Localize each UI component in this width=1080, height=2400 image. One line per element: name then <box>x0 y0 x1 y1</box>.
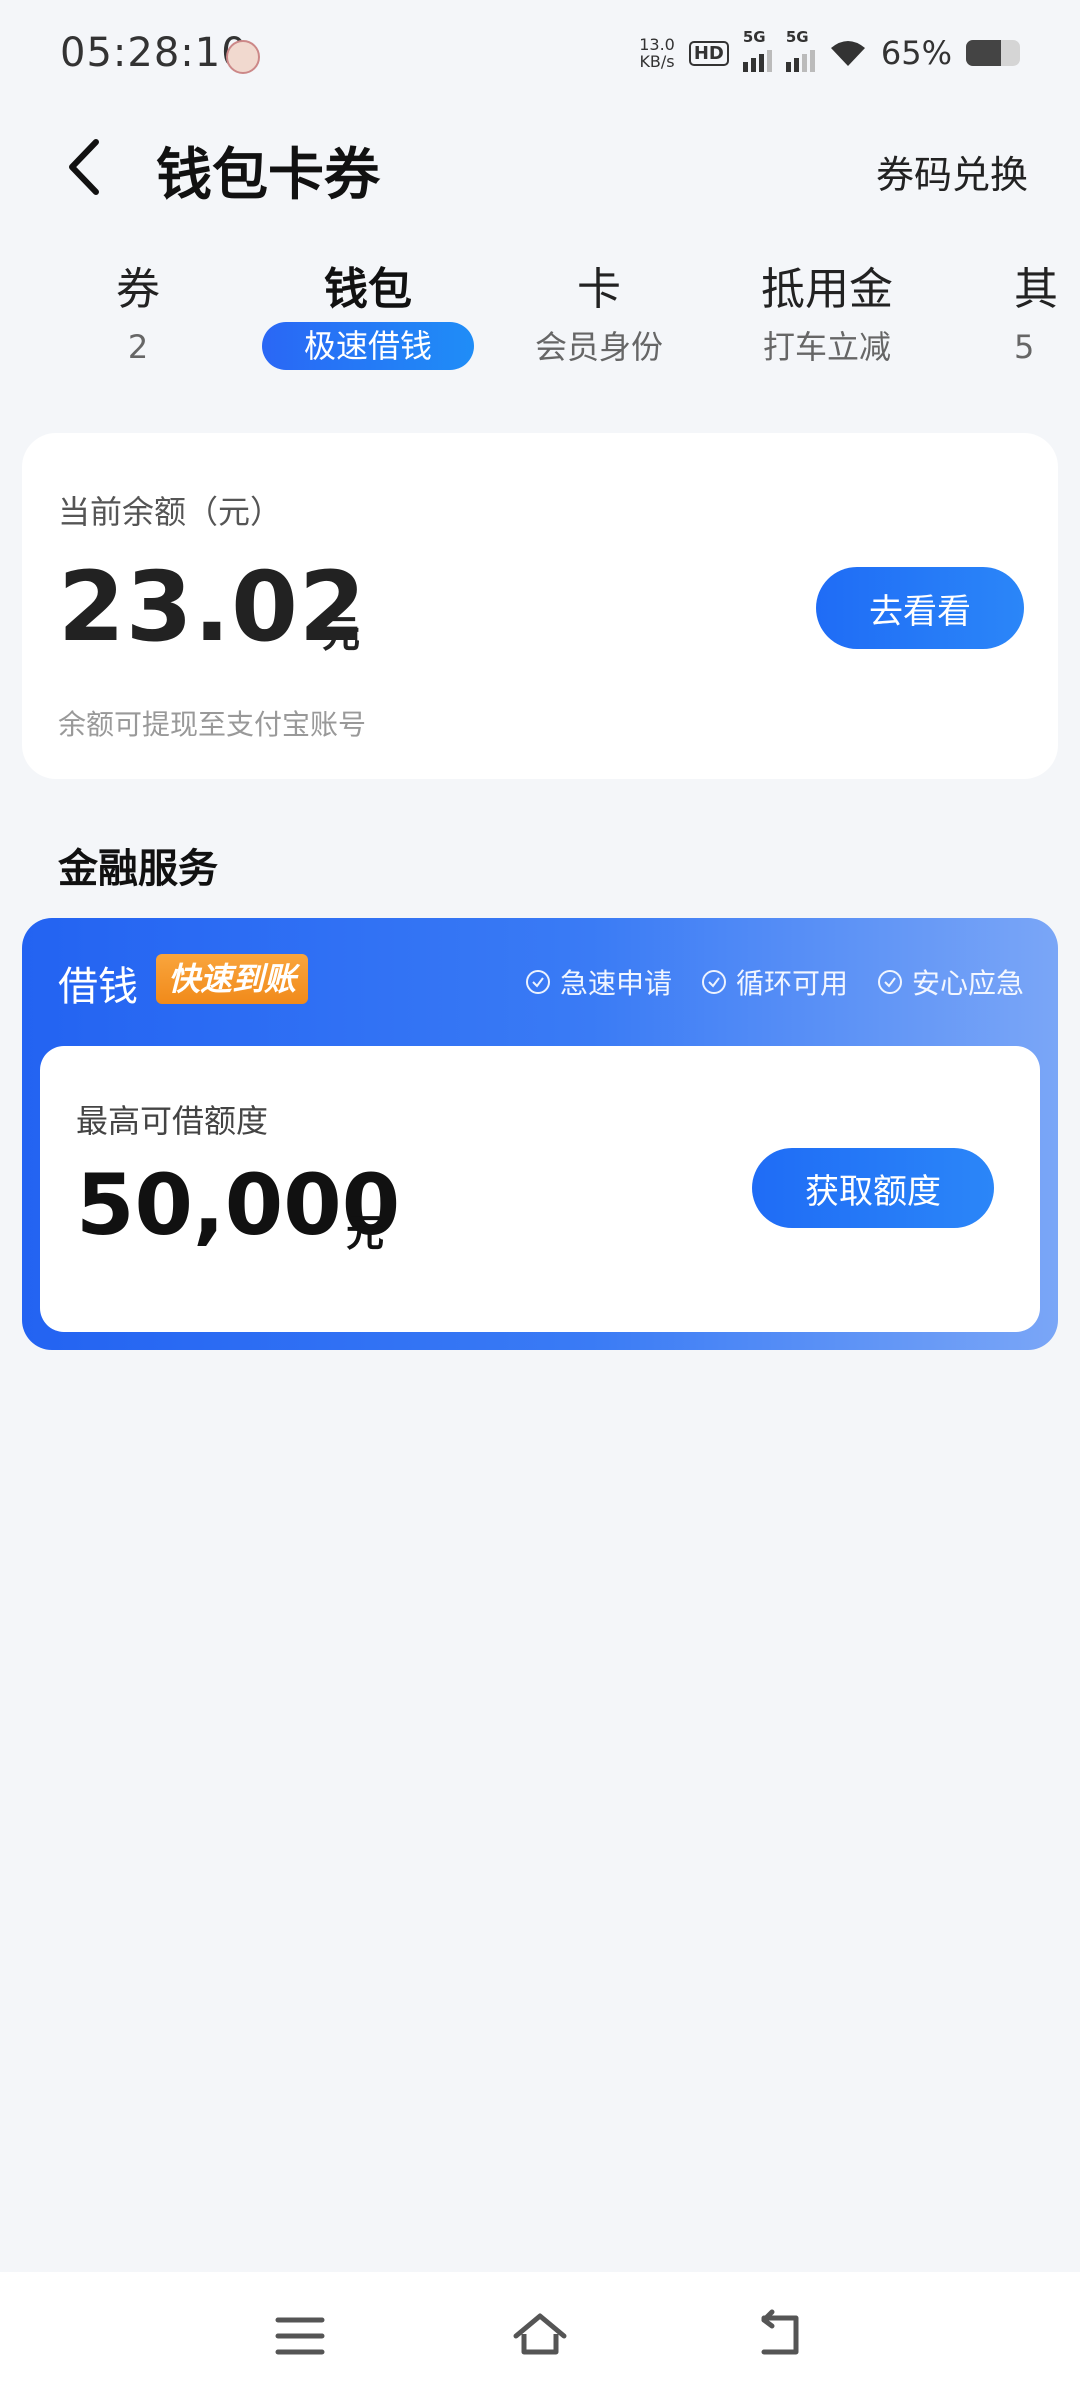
status-bar: 05:28:10 13.0 KB/s HD 5G 5G 65% <box>0 0 1080 110</box>
tab-other[interactable]: 其 5 <box>1014 262 1074 372</box>
feature-item: 循环可用 <box>700 962 848 1002</box>
balance-amount: 23.02 <box>58 551 367 663</box>
balance-note: 余额可提现至支付宝账号 <box>58 708 367 741</box>
balance-unit: 元 <box>322 612 361 656</box>
home-icon[interactable] <box>510 2306 570 2366</box>
balance-label: 当前余额（元） <box>58 493 283 531</box>
system-nav-bar <box>0 2272 1080 2400</box>
feature-item: 安心应急 <box>876 962 1024 1002</box>
tab-vouchers[interactable]: 抵用金 打车立减 <box>752 262 902 372</box>
wifi-icon <box>830 41 865 66</box>
balance-card: 当前余额（元） 23.02 元 去看看 余额可提现至支付宝账号 <box>22 433 1058 779</box>
back-icon[interactable] <box>750 2306 810 2366</box>
page-title: 钱包卡券 <box>156 143 380 208</box>
view-balance-button[interactable]: 去看看 <box>816 567 1024 649</box>
get-limit-button[interactable]: 获取额度 <box>752 1148 994 1228</box>
network-speed: 13.0 KB/s <box>639 35 675 71</box>
redeem-code-link[interactable]: 券码兑换 <box>876 144 1028 199</box>
check-circle-icon <box>525 970 550 994</box>
limit-unit: 元 <box>346 1211 385 1255</box>
loan-limit-panel: 最高可借额度 50,000 元 获取额度 <box>40 1046 1040 1332</box>
header: 钱包卡券 券码兑换 <box>0 110 1080 220</box>
check-circle-icon <box>701 970 726 994</box>
loan-title: 借钱 <box>58 964 138 1010</box>
signal-icon: 5G <box>785 28 815 72</box>
tab-cards[interactable]: 卡 会员身份 <box>526 262 672 372</box>
check-circle-icon <box>877 970 902 994</box>
feature-item: 急速申请 <box>524 962 672 1002</box>
fast-arrival-badge: 快速到账 <box>156 954 309 1004</box>
loan-features: 急速申请 循环可用 安心应急 <box>524 962 1024 1002</box>
tab-wallet[interactable]: 钱包 极速借钱 <box>262 262 474 370</box>
back-arrow-icon[interactable] <box>56 132 116 202</box>
avatar-icon <box>226 40 260 74</box>
status-indicators: 13.0 KB/s HD 5G 5G 65% <box>639 28 1020 72</box>
loan-card[interactable]: 借钱 快速到账 急速申请 循环可用 安心应急 最高可借额度 50,000 元 获… <box>22 918 1058 1350</box>
limit-label: 最高可借额度 <box>76 1102 269 1140</box>
signal-icon: 5G <box>742 28 772 72</box>
menu-icon[interactable] <box>270 2306 330 2366</box>
status-time: 05:28:10 <box>60 30 248 76</box>
section-title: 金融服务 <box>58 846 218 892</box>
hd-icon: HD <box>688 40 729 66</box>
category-tabs: 券 2 钱包 极速借钱 卡 会员身份 抵用金 打车立减 其 5 <box>0 262 1080 382</box>
battery-icon <box>966 40 1020 66</box>
battery-percent: 65% <box>880 34 952 72</box>
tab-coupons[interactable]: 券 2 <box>110 262 166 372</box>
